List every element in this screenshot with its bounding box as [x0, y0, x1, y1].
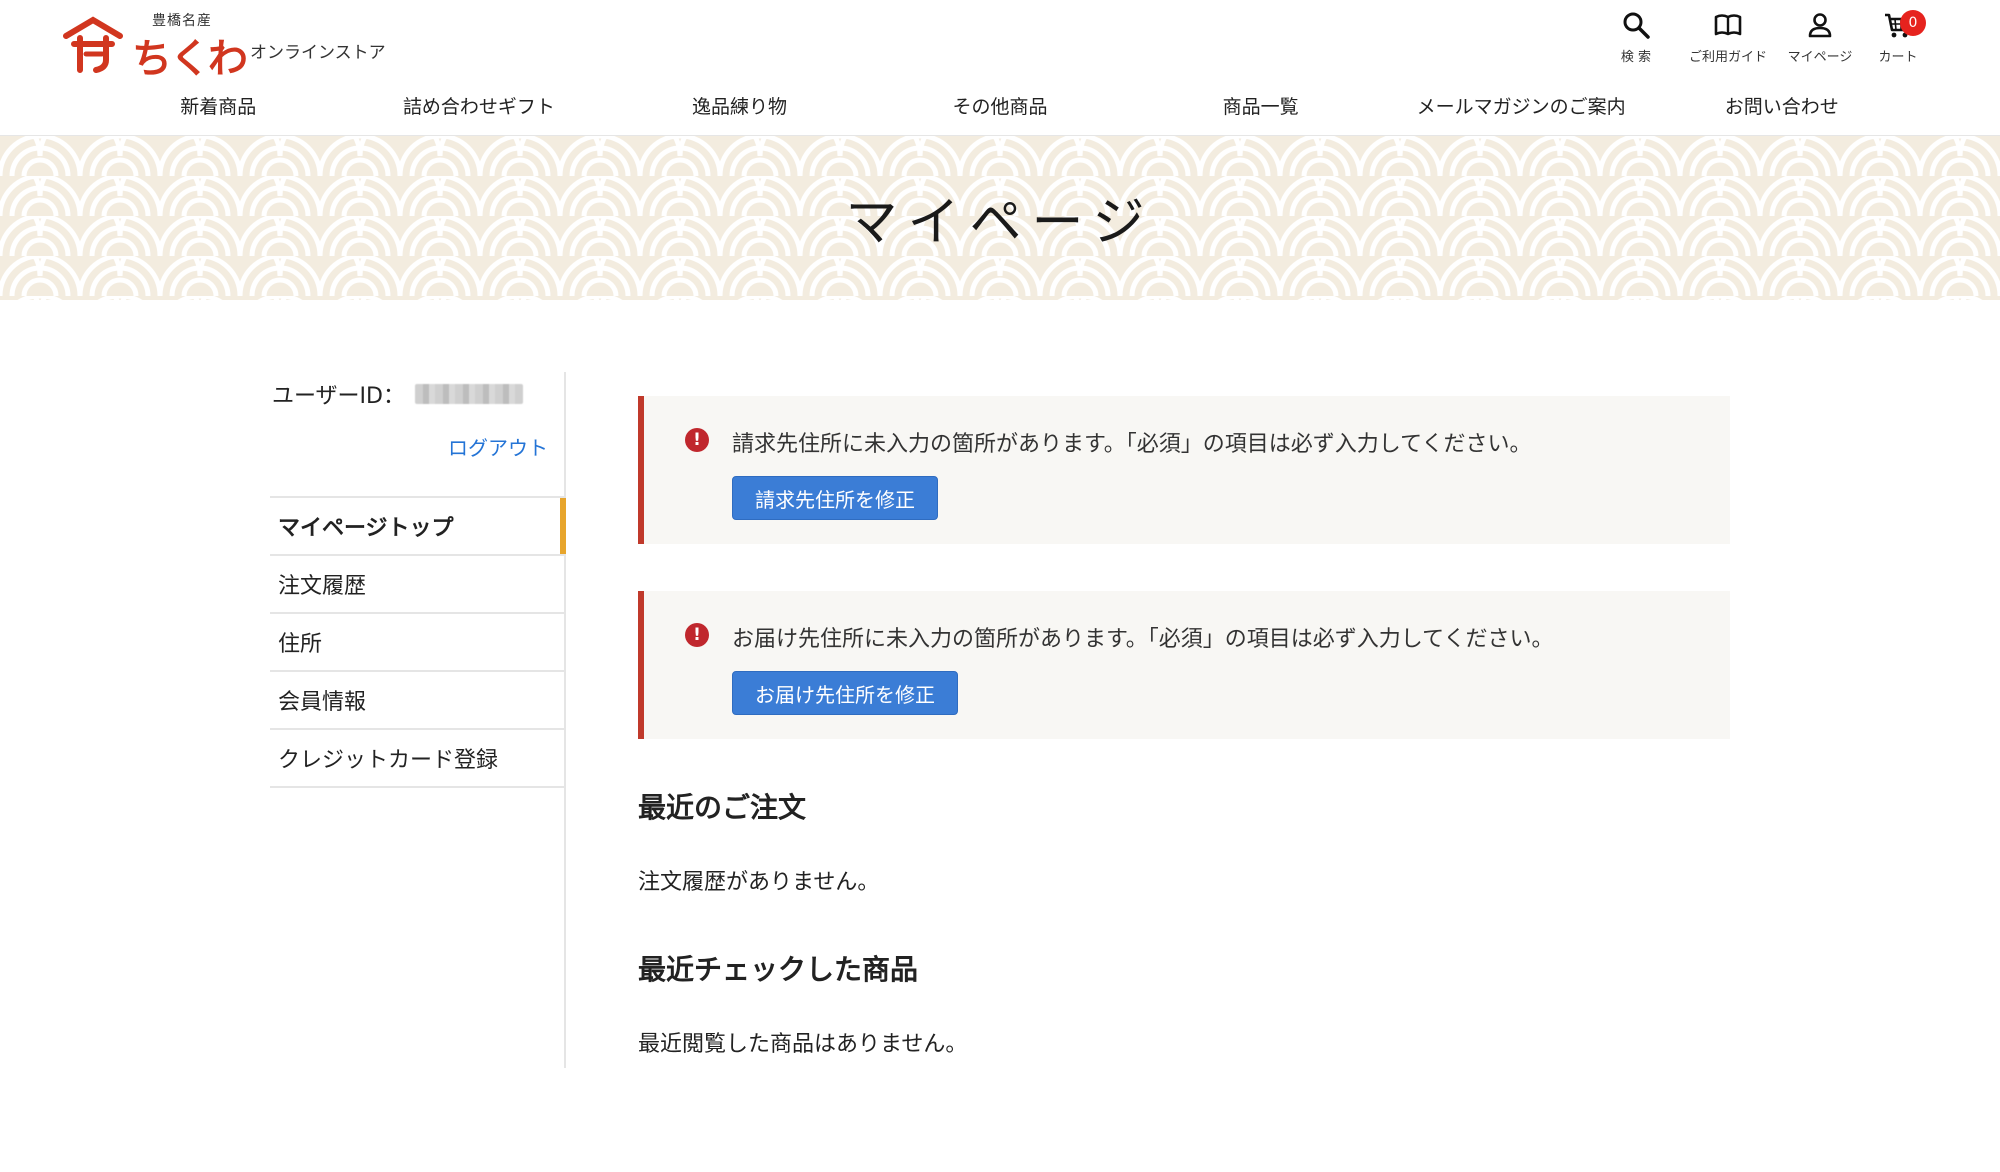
sidebar-item-address[interactable]: 住所: [270, 614, 564, 672]
logout-link[interactable]: ログアウト: [448, 432, 548, 461]
billing-address-alert: ! 請求先住所に未入力の箇所があります。「必須」の項目は必ず入力してください。 …: [638, 396, 1730, 544]
sidebar-item-credit-card[interactable]: クレジットカード登録: [270, 730, 564, 788]
global-nav: 新着商品 詰め合わせギフト 逸品練り物 その他商品 商品一覧 メールマガジンのご…: [88, 90, 1912, 124]
nav-other-items[interactable]: その他商品: [870, 90, 1131, 124]
search-label: 検 索: [1620, 50, 1652, 65]
header-guide-button[interactable]: ご利用ガイド: [1682, 6, 1774, 72]
user-id-label: ユーザーID：: [272, 384, 405, 409]
sidebar-menu: マイページトップ 注文履歴 住所 会員情報 クレジットカード登録: [270, 496, 566, 788]
search-icon: [1623, 12, 1650, 39]
fix-shipping-address-button[interactable]: お届け先住所を修正: [732, 671, 958, 715]
sidebar-item-member-info[interactable]: 会員情報: [270, 672, 564, 730]
nav-premium-nerimono[interactable]: 逸品練り物: [609, 90, 870, 124]
recently-viewed-heading: 最近チェックした商品: [638, 953, 919, 986]
nav-gift-sets[interactable]: 詰め合わせギフト: [349, 90, 610, 124]
user-icon: [1808, 13, 1832, 38]
site-logo[interactable]: 豊橋名産 ちくわ オンラインストア: [62, 8, 392, 82]
logo-subtitle: オンラインストア: [250, 43, 386, 63]
sidebar-item-order-history[interactable]: 注文履歴: [270, 556, 564, 614]
nav-new-items[interactable]: 新着商品: [88, 90, 349, 124]
mypage-label: マイページ: [1787, 50, 1853, 65]
nav-all-items[interactable]: 商品一覧: [1130, 90, 1391, 124]
page-banner: マイページ: [0, 136, 2000, 300]
recent-orders-empty: 注文履歴がありません。: [638, 870, 880, 895]
header-cart-button[interactable]: 0 カート: [1866, 6, 1930, 72]
cart-count-badge: 0: [1900, 10, 1926, 36]
nav-contact[interactable]: お問い合わせ: [1651, 90, 1912, 124]
page-title: マイページ: [845, 193, 1155, 253]
user-id-redacted: [415, 384, 523, 404]
header-search-button[interactable]: 検 索: [1590, 6, 1682, 72]
site-header: 豊橋名産 ちくわ オンラインストア 検 索 ご利用ガイド マイページ 0 カート…: [0, 0, 2000, 136]
header-mypage-button[interactable]: マイページ: [1774, 6, 1866, 72]
cart-label: カート: [1878, 50, 1918, 65]
guide-label: ご利用ガイド: [1688, 50, 1767, 65]
shipping-alert-message: お届け先住所に未入力の箇所があります。「必須」の項目は必ず入力してください。: [732, 627, 1554, 652]
shipping-address-alert: ! お届け先住所に未入力の箇所があります。「必須」の項目は必ず入力してください。…: [638, 591, 1730, 739]
header-icon-bar: 検 索 ご利用ガイド マイページ 0 カート: [1590, 6, 1930, 72]
billing-alert-message: 請求先住所に未入力の箇所があります。「必須」の項目は必ず入力してください。: [732, 432, 1532, 457]
sidebar-item-mypage-top[interactable]: マイページトップ: [270, 498, 566, 556]
mypage-sidebar: ユーザーID： ログアウト マイページトップ 注文履歴 住所 会員情報 クレジッ…: [270, 372, 566, 1068]
user-id-row: ユーザーID：: [272, 378, 523, 410]
recently-viewed-empty: 最近閲覧した商品はありません。: [638, 1032, 968, 1057]
mypage-main: ! 請求先住所に未入力の箇所があります。「必須」の項目は必ず入力してください。 …: [638, 396, 1730, 1058]
nav-newsletter[interactable]: メールマガジンのご案内: [1391, 90, 1652, 124]
fix-billing-address-button[interactable]: 請求先住所を修正: [732, 476, 938, 520]
logo-mark-icon: [63, 16, 123, 73]
logo-wordmark: ちくわ: [132, 35, 248, 82]
error-icon: !: [685, 623, 709, 647]
error-icon: !: [685, 428, 709, 452]
recent-orders-heading: 最近のご注文: [638, 791, 807, 824]
book-icon: [1714, 14, 1742, 36]
